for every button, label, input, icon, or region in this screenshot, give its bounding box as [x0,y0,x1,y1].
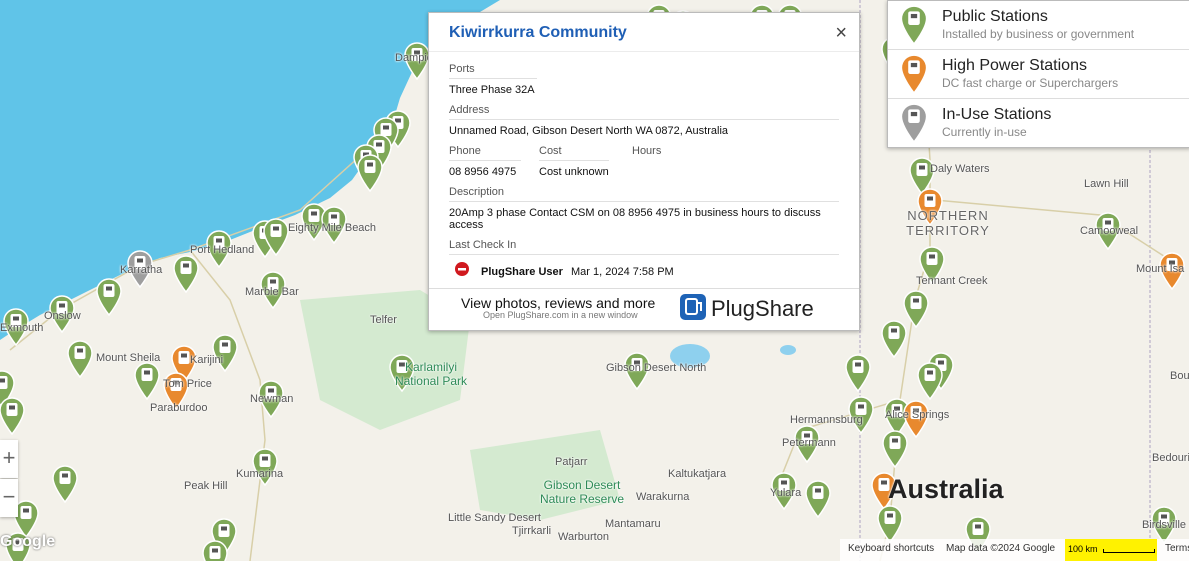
legend-title: Public Stations [942,8,1048,25]
lake [780,345,796,355]
place-label: Birdsville [1142,519,1187,531]
divider [449,160,521,161]
place-label: Exmouth [0,322,44,334]
place-label: Boulia [1170,370,1189,382]
checkin-date: Mar 1, 2024 7:58 PM [571,266,674,278]
divider [449,201,839,202]
in-use-station-pin-icon [900,103,928,143]
ports-label: Ports [449,63,475,75]
hours-label: Hours [632,145,662,157]
place-label: Karratha [120,264,163,276]
legend-subtitle: DC fast charge or Superchargers [942,76,1119,90]
divider [429,288,859,289]
legend-high-power-stations[interactable]: High Power Stations DC fast charge or Su… [888,50,1189,98]
view-more-link[interactable]: View photos, reviews and more [461,295,655,311]
place-label: Warburton [558,531,609,543]
last-checkin-label: Last Check In [449,239,517,251]
place-label: Paraburdoo [150,402,208,414]
map-data-attribution: Map data ©2024 Google [946,543,1056,554]
place-label: Yulara [770,487,802,499]
zoom-in-button[interactable]: + [0,440,18,478]
place-label: Petermann [782,437,836,449]
place-label: Eighty Mile Beach [288,222,377,234]
territory-label: NORTHERN TERRITORY [906,208,990,238]
place-label: Camooweal [1080,225,1139,237]
place-label: Hermannsburg [790,414,863,426]
cost-value: Cost unknown [539,166,609,178]
legend-in-use-stations[interactable]: In-Use Stations Currently in-use [888,99,1189,147]
place-label: Tennant Creek [916,275,988,287]
plugshare-logo-icon[interactable] [680,294,706,320]
place-label: Bedourie [1152,452,1189,464]
place-label: Little Sandy Desert [448,512,541,524]
public-station-pin[interactable] [202,540,228,561]
place-label: Kaltukatjara [668,468,727,480]
description-label: Description [449,186,505,198]
address-value: Unnamed Road, Gibson Desert North WA 087… [449,125,729,137]
place-label: Daly Waters [930,163,990,175]
place-label: Alice Springs [885,409,950,421]
place-label: Mantamaru [605,518,661,530]
divider [449,254,839,255]
place-label: Karijini [190,354,224,366]
place-label: Tjirrkarli [512,525,552,537]
close-icon[interactable]: × [835,22,847,45]
place-label: Tom Price [163,378,212,390]
failed-checkin-icon [455,262,469,276]
scale-label: 100 km [1068,544,1098,554]
legend-title: In-Use Stations [942,106,1052,123]
park-label: Gibson Desert Nature Reserve [539,478,625,506]
legend-public-stations[interactable]: Public Stations Installed by business or… [888,1,1189,49]
divider [449,78,537,79]
terms-link[interactable]: Terms [1165,543,1189,554]
legend-subtitle: Currently in-use [942,125,1027,139]
place-label: Port Hedland [190,244,255,256]
place-label: Mount Sheila [96,352,161,364]
address-label: Address [449,104,490,116]
phone-value[interactable]: 08 8956 4975 [449,166,516,178]
view-more-subtext: Open PlugShare.com in a new window [483,310,638,320]
scale-line [1103,549,1155,553]
place-label: Newman [250,393,294,405]
checkin-user: PlugShare User [481,266,563,278]
station-legend: Public Stations Installed by business or… [887,0,1189,148]
divider [429,51,859,52]
divider [539,160,609,161]
plugshare-brand[interactable]: PlugShare [711,296,814,322]
place-label: Lawn Hill [1084,178,1129,190]
place-label: Patjarr [555,456,588,468]
high-power-station-pin-icon [900,54,928,94]
phone-label: Phone [449,145,481,157]
place-label: Telfer [370,314,397,326]
legend-subtitle: Installed by business or government [942,27,1135,41]
place-label: Marble Bar [245,286,299,298]
public-station-pin-icon [900,5,928,45]
keyboard-shortcuts-link[interactable]: Keyboard shortcuts [848,543,934,554]
country-label: Australia [888,474,1004,504]
google-logo: Google [0,533,56,550]
place-label: Kumarina [236,468,284,480]
scale-bar[interactable]: 100 km [1065,539,1157,561]
description-value: 20Amp 3 phase Contact CSM on 08 8956 497… [449,207,821,231]
place-label: Warakurna [636,491,690,503]
station-title[interactable]: Kiwirrkurra Community [449,24,627,42]
place-label: Mount Isa [1136,263,1185,275]
station-popup: Kiwirrkurra Community × Ports Three Phas… [428,12,860,331]
legend-title: High Power Stations [942,57,1087,74]
ports-value: Three Phase 32A [449,84,535,96]
cost-label: Cost [539,145,562,157]
place-label: Onslow [44,310,81,322]
place-label: Peak Hill [184,480,228,492]
divider [449,119,839,120]
zoom-out-button[interactable]: − [0,479,18,517]
park-label: Karlamilyi National Park [394,360,468,388]
place-label: Gibson Desert North [606,362,707,374]
